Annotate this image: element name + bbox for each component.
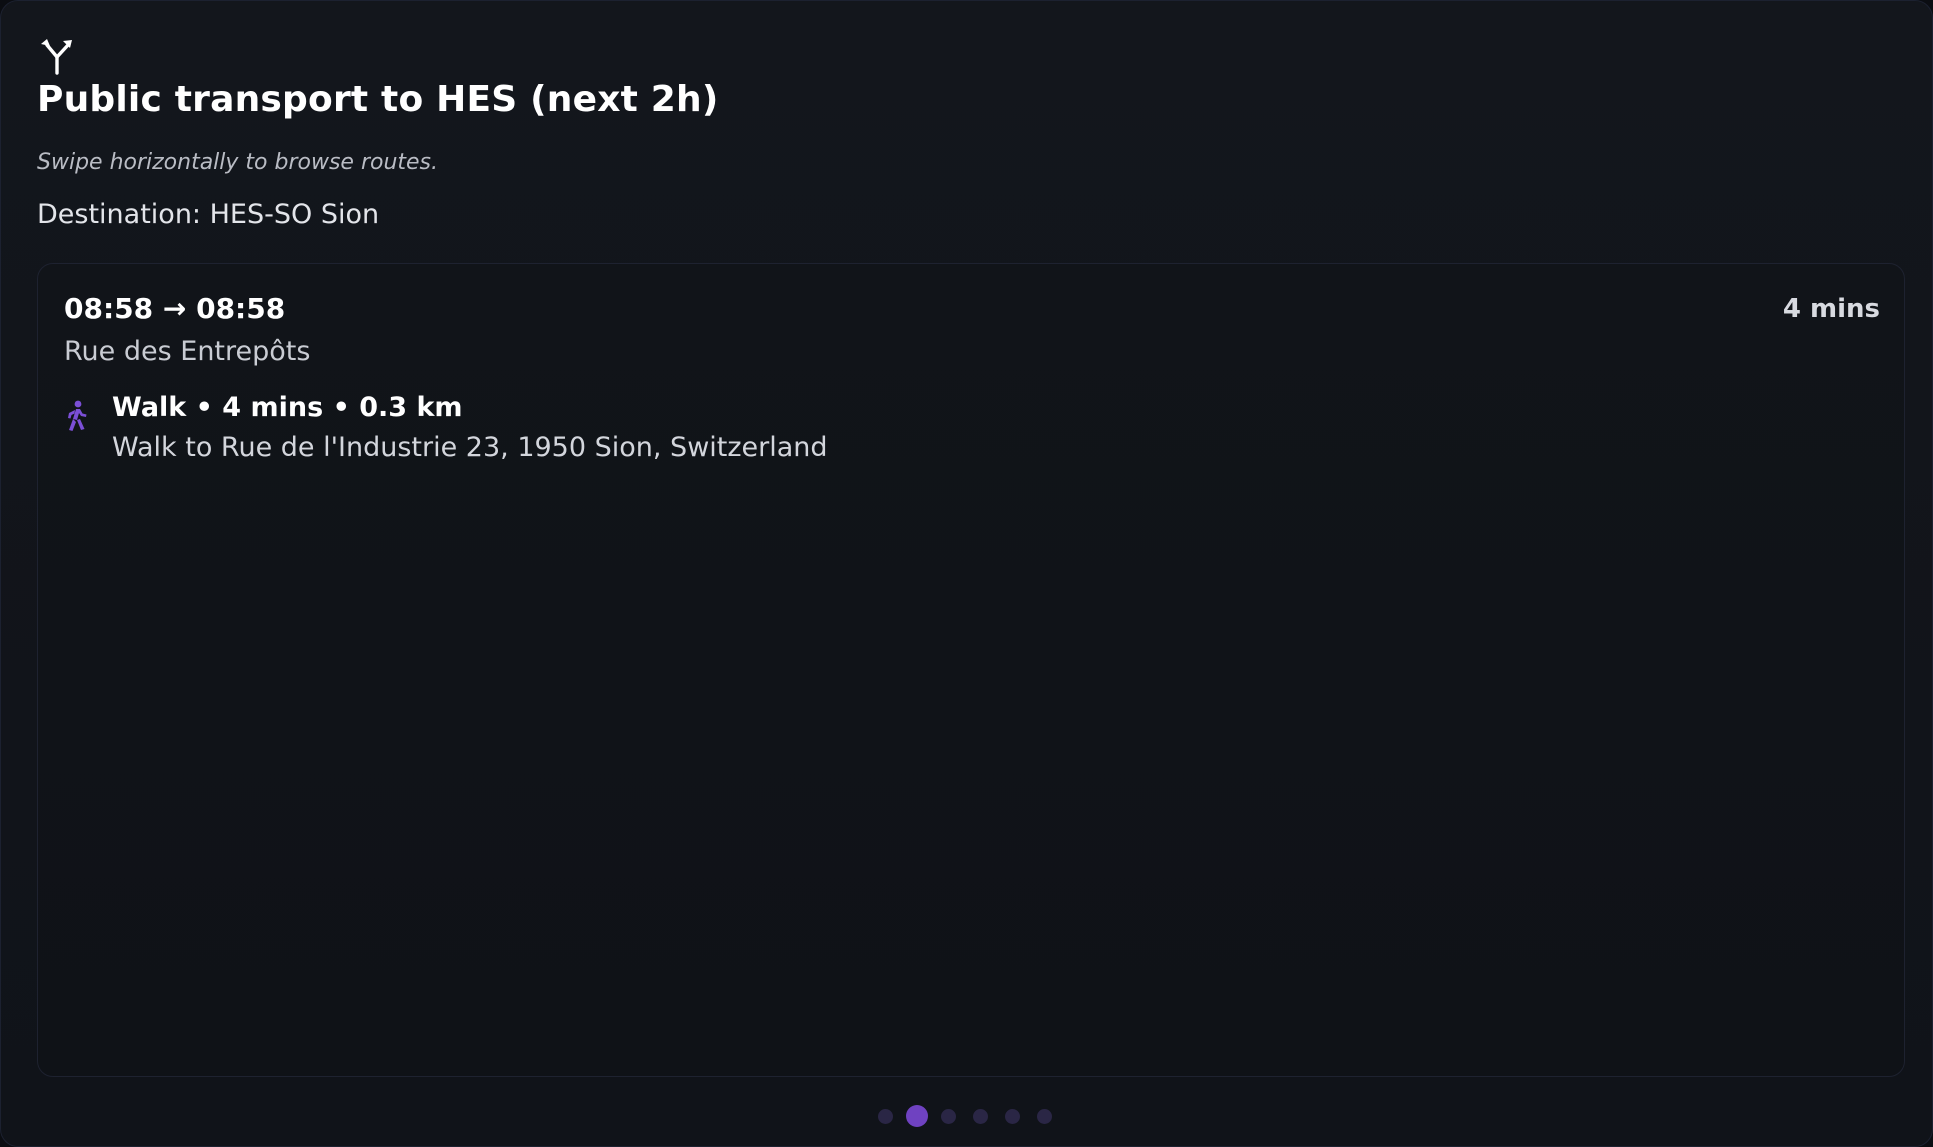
page-dot-6[interactable]	[1037, 1108, 1052, 1124]
destination-label: Destination: HES-SO Sion	[37, 199, 380, 230]
page-title: Public transport to HES (next 2h)	[37, 79, 719, 120]
transport-card: Public transport to HES (next 2h) Swipe …	[0, 0, 1933, 1147]
page-dot-2-active[interactable]	[906, 1105, 928, 1127]
page-dot-5[interactable]	[1005, 1108, 1020, 1124]
page-dot-3[interactable]	[941, 1108, 956, 1124]
route-panel[interactable]: 08:58 → 08:58 4 mins Rue des Entrepôts W…	[37, 263, 1905, 1077]
walk-icon	[64, 400, 90, 432]
page-dot-1[interactable]	[878, 1108, 893, 1124]
route-times: 08:58 → 08:58	[64, 292, 286, 325]
leg-detail: Walk to Rue de l'Industrie 23, 1950 Sion…	[112, 432, 828, 463]
fork-route-icon	[39, 37, 75, 75]
leg-summary: Walk • 4 mins • 0.3 km	[112, 392, 463, 423]
page-dot-4[interactable]	[973, 1108, 988, 1124]
route-origin: Rue des Entrepôts	[64, 336, 311, 367]
swipe-hint: Swipe horizontally to browse routes.	[37, 150, 439, 175]
route-duration: 4 mins	[1782, 294, 1880, 324]
route-pagination	[878, 1104, 1052, 1128]
